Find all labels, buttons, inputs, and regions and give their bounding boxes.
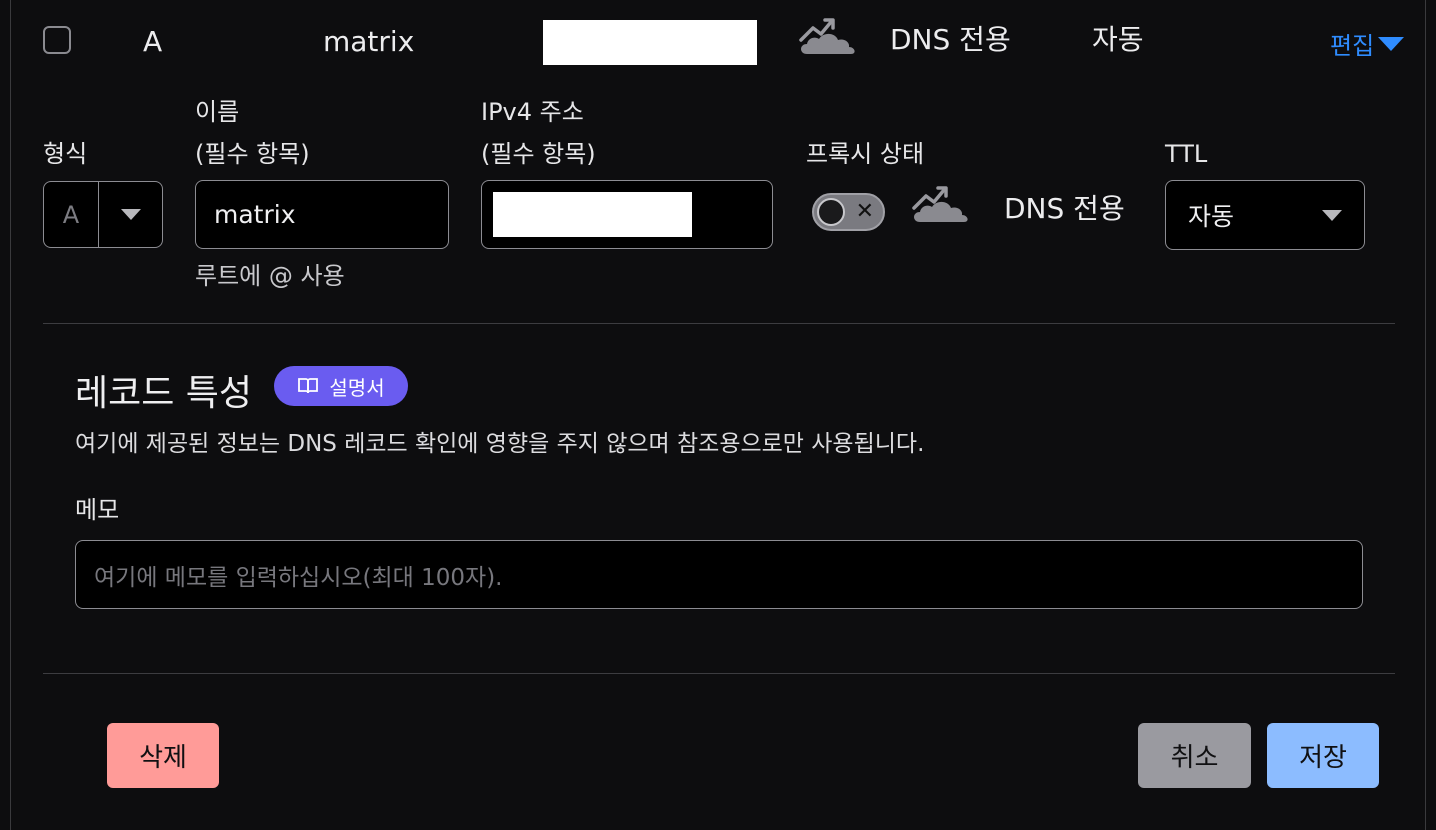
record-type-dropdown-button[interactable] — [99, 182, 162, 247]
memo-input[interactable]: 여기에 메모를 입력하십시오(최대 100자). — [75, 540, 1363, 609]
row-type: A — [143, 25, 163, 58]
ipv4-value-redacted — [493, 192, 692, 237]
name-label: 이름 — [195, 98, 240, 126]
book-icon — [298, 378, 319, 394]
record-type-value: A — [44, 182, 99, 247]
ipv4-required-label: (필수 항목) — [481, 140, 596, 168]
record-attributes-description: 여기에 제공된 정보는 DNS 레코드 확인에 영향을 주지 않으며 참조용으로… — [75, 431, 925, 457]
row-select-checkbox[interactable] — [43, 26, 71, 54]
save-button[interactable]: 저장 — [1267, 723, 1379, 788]
documentation-badge[interactable]: 설명서 — [274, 366, 408, 406]
edit-toggle-link[interactable]: 편집 — [1330, 26, 1405, 61]
name-input[interactable]: matrix — [195, 180, 449, 249]
proxy-status-label: 프록시 상태 — [806, 140, 925, 168]
ttl-select[interactable]: 자동 — [1165, 180, 1365, 250]
cancel-button[interactable]: 취소 — [1138, 723, 1251, 788]
name-hint: 루트에 @ 사용 — [195, 262, 345, 290]
chevron-down-icon — [1322, 209, 1342, 221]
toggle-knob — [817, 198, 845, 226]
close-icon: ✕ — [855, 199, 874, 224]
cloud-dns-only-icon — [910, 182, 976, 230]
delete-button[interactable]: 삭제 — [107, 723, 219, 788]
caret-down-icon — [1378, 36, 1405, 51]
ttl-value: 자동 — [1188, 202, 1235, 231]
row-name: matrix — [323, 25, 415, 58]
row-content-redacted — [543, 20, 757, 65]
memo-label: 메모 — [75, 496, 120, 524]
type-label: 형식 — [43, 140, 88, 168]
record-attributes-title: 레코드 특성 — [75, 373, 253, 414]
edit-label: 편집 — [1330, 32, 1375, 60]
row-proxy-status: DNS 전용 — [890, 23, 1011, 56]
ttl-label: TTL — [1165, 140, 1208, 168]
row-ttl: 자동 — [1092, 23, 1144, 56]
footer-divider — [43, 673, 1395, 674]
documentation-label: 설명서 — [329, 375, 385, 400]
cloud-dns-only-icon — [797, 14, 863, 62]
section-divider — [43, 323, 1395, 324]
record-type-select[interactable]: A — [43, 181, 163, 248]
ipv4-label: IPv4 주소 — [481, 98, 584, 126]
proxy-status-text: DNS 전용 — [1004, 192, 1125, 225]
chevron-down-icon — [120, 209, 141, 220]
proxy-toggle[interactable]: ✕ — [812, 193, 885, 231]
ipv4-input[interactable] — [481, 180, 773, 249]
name-required-label: (필수 항목) — [195, 140, 310, 168]
